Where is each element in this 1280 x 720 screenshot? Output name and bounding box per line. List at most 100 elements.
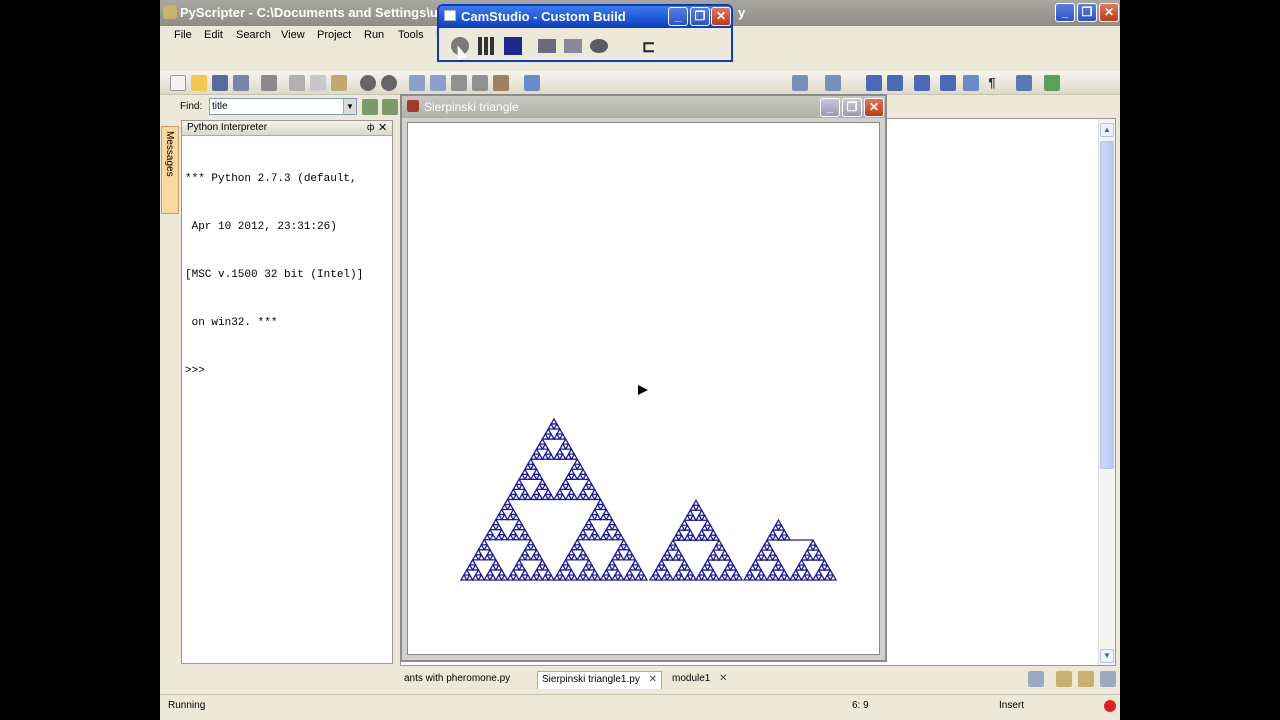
fractal-stroke xyxy=(488,553,498,561)
fractal-stroke xyxy=(723,573,732,581)
open-folder-icon[interactable] xyxy=(191,75,207,91)
paragraph-icon[interactable]: ¶ xyxy=(984,75,1000,91)
comment-icon[interactable] xyxy=(914,75,930,91)
menu-edit[interactable]: Edit xyxy=(204,29,223,41)
fractal-stroke xyxy=(529,553,538,561)
find-input[interactable] xyxy=(209,98,357,115)
camstudio-close-button[interactable]: ✕ xyxy=(711,7,731,26)
replace-icon[interactable] xyxy=(451,75,467,91)
window-list-icon[interactable] xyxy=(1028,671,1044,687)
forward-icon[interactable] xyxy=(825,75,841,91)
interpreter-console[interactable]: *** Python 2.7.3 (default, Apr 10 2012, … xyxy=(185,139,390,411)
pause-icon[interactable] xyxy=(478,37,496,55)
turtle-maximize-button[interactable]: ❐ xyxy=(842,98,862,117)
stop-icon[interactable] xyxy=(504,37,522,55)
goto-line-icon[interactable] xyxy=(493,75,509,91)
file-icon[interactable] xyxy=(963,75,979,91)
tab-ants-with-pheromone[interactable]: ants with pheromone.py xyxy=(400,671,514,689)
find-next-icon[interactable] xyxy=(430,75,446,91)
fractal-stroke xyxy=(500,513,509,521)
fractal-stroke xyxy=(494,563,503,571)
find-in-files-icon[interactable] xyxy=(472,75,488,91)
camstudio-minimize-button[interactable]: _ xyxy=(668,7,688,26)
dedent-icon[interactable] xyxy=(887,75,903,91)
print-icon[interactable] xyxy=(261,75,277,91)
fractal-stroke xyxy=(509,528,518,536)
folder-icon[interactable] xyxy=(1056,671,1072,687)
camstudio-titlebar[interactable]: CamStudio - Custom Build _ ❐ ✕ xyxy=(439,6,731,28)
fractal-stroke xyxy=(780,568,789,576)
pin-icon[interactable]: ф xyxy=(367,122,374,132)
syntax-check-icon[interactable] xyxy=(524,75,540,91)
close-tab-icon[interactable]: ✕ xyxy=(649,674,657,685)
camstudio-maximize-button[interactable]: ❐ xyxy=(690,7,710,26)
turtle-minimize-button[interactable]: _ xyxy=(820,98,840,117)
fractal-stroke xyxy=(573,457,582,465)
minimize-button[interactable]: _ xyxy=(1055,3,1075,22)
fractal-stroke xyxy=(686,508,695,516)
paste-icon[interactable] xyxy=(331,75,347,91)
search-next-icon[interactable] xyxy=(382,99,398,115)
close-tab-icon[interactable]: ✕ xyxy=(719,673,727,684)
menu-tools[interactable]: Tools xyxy=(398,29,424,41)
turtle-close-button[interactable]: ✕ xyxy=(864,98,884,117)
redo-icon[interactable] xyxy=(381,75,397,91)
menu-search[interactable]: Search xyxy=(236,29,271,41)
fractal-stroke xyxy=(523,493,532,501)
fractal-stroke xyxy=(567,447,576,455)
list-icon[interactable] xyxy=(940,75,956,91)
save-all-icon[interactable] xyxy=(233,75,249,91)
region-icon[interactable] xyxy=(538,39,556,53)
maximize-button[interactable]: ❐ xyxy=(1077,3,1097,22)
back-icon[interactable] xyxy=(792,75,808,91)
folder-open-icon[interactable] xyxy=(1078,671,1094,687)
fractal-stroke xyxy=(729,573,738,581)
fractal-stroke xyxy=(523,533,532,541)
close-window-icon[interactable] xyxy=(1100,671,1116,687)
close-icon[interactable]: ✕ xyxy=(378,121,387,134)
close-button[interactable]: ✕ xyxy=(1099,3,1119,22)
fractal-stroke xyxy=(541,483,550,491)
scroll-up-arrow-icon[interactable]: ▲ xyxy=(1100,123,1114,137)
fractal-stroke xyxy=(660,563,669,571)
annotation-icon[interactable]: ⊏ xyxy=(642,37,660,56)
fractal-stroke xyxy=(555,447,564,455)
fractal-stroke xyxy=(677,523,686,531)
video-options-icon[interactable] xyxy=(564,39,582,53)
fractal-stroke xyxy=(494,533,503,541)
editor-scrollbar[interactable]: ▲ ▼ xyxy=(1098,119,1115,665)
fractal-stroke xyxy=(555,427,564,435)
fractal-stroke xyxy=(509,568,518,576)
search-icon[interactable] xyxy=(362,99,378,115)
chevron-down-icon[interactable]: ▼ xyxy=(343,99,356,114)
tab-sierpinski-triangle1[interactable]: Sierpinski triangle1.py ✕ xyxy=(537,671,662,689)
interpreter-header: Python Interpreter ф ✕ xyxy=(182,121,392,136)
copy-icon[interactable] xyxy=(310,75,326,91)
fractal-stroke xyxy=(581,553,591,561)
find-icon[interactable] xyxy=(409,75,425,91)
fractal-stroke xyxy=(794,563,803,571)
fractal-stroke xyxy=(474,568,483,576)
panel-splitter[interactable] xyxy=(393,120,399,664)
fractal-stroke xyxy=(811,543,820,551)
menu-view[interactable]: View xyxy=(281,29,305,41)
camstudio-app-icon xyxy=(444,10,456,21)
layout-icon[interactable] xyxy=(1016,75,1032,91)
scroll-down-arrow-icon[interactable]: ▼ xyxy=(1100,649,1114,663)
fractal-stroke xyxy=(590,488,599,496)
tools-icon[interactable] xyxy=(1044,75,1060,91)
menu-file[interactable]: File xyxy=(174,29,192,41)
scrollbar-thumb[interactable] xyxy=(1100,141,1114,469)
cut-icon[interactable] xyxy=(289,75,305,91)
indent-icon[interactable] xyxy=(866,75,882,91)
menu-project[interactable]: Project xyxy=(317,29,351,41)
new-file-icon[interactable] xyxy=(170,75,186,91)
menu-run[interactable]: Run xyxy=(364,29,384,41)
turtle-titlebar[interactable]: Sierpinski triangle _ ❐ ✕ xyxy=(402,96,885,118)
messages-side-tab[interactable]: Messages xyxy=(161,126,179,214)
fractal-stroke xyxy=(674,528,683,536)
audio-options-icon[interactable] xyxy=(590,39,608,53)
undo-icon[interactable] xyxy=(360,75,376,91)
save-icon[interactable] xyxy=(212,75,228,91)
tab-module1[interactable]: module1 ✕ xyxy=(668,671,732,689)
